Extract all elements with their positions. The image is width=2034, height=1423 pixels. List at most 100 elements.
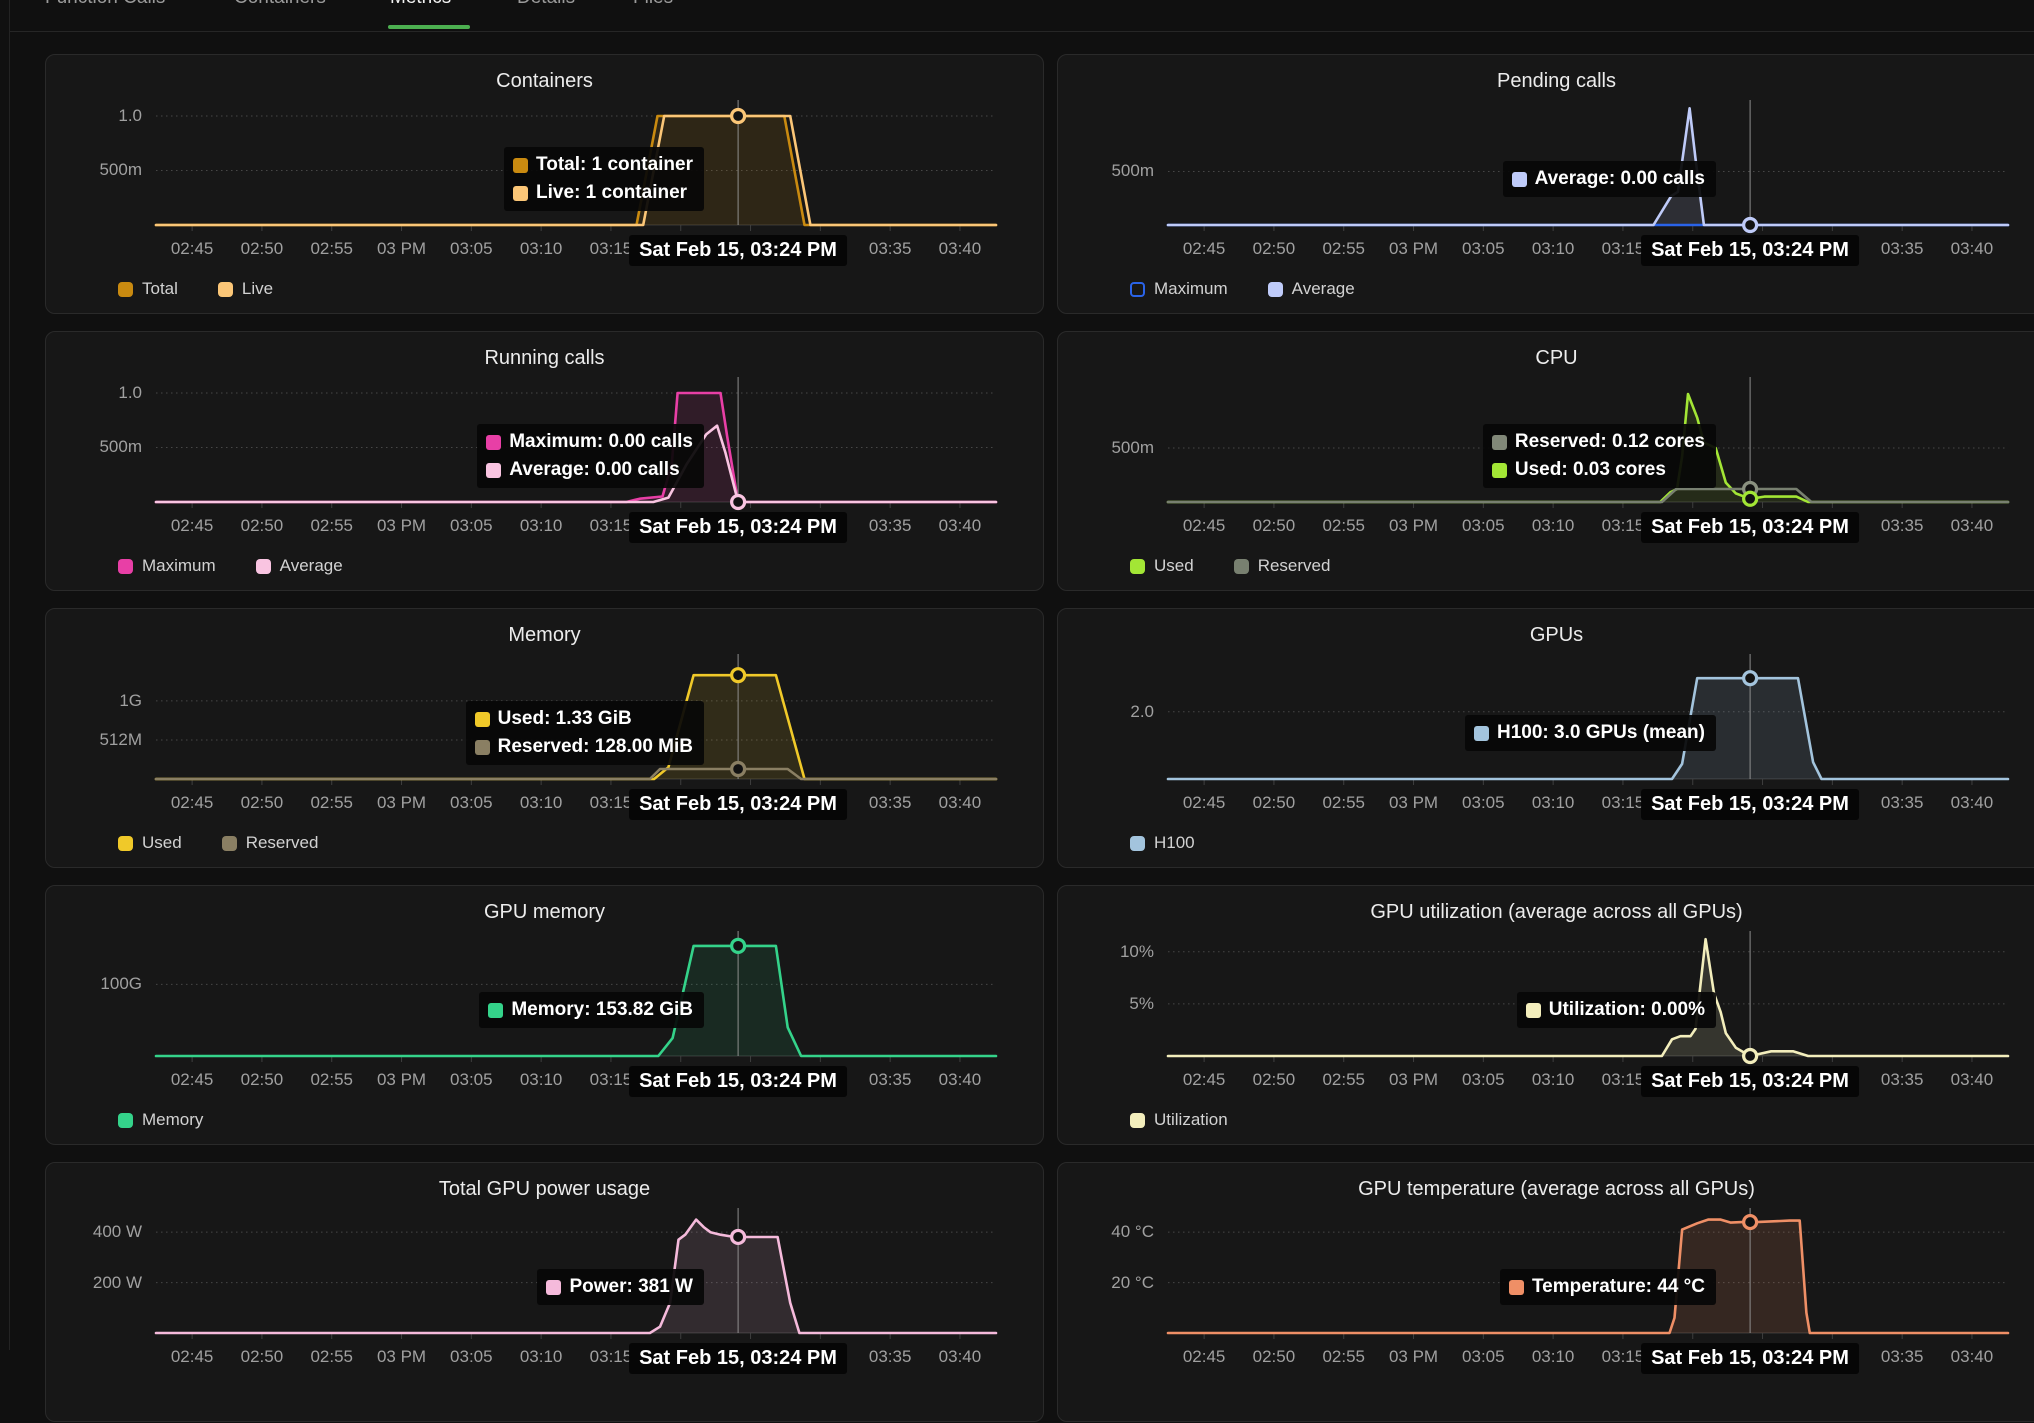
series-line-reserved (1168, 489, 2008, 502)
crosshair-date-tooltip: Sat Feb 15, 03:24 PM (629, 1066, 847, 1097)
x-axis-label: 03:10 (505, 516, 577, 536)
tooltip-row: Reserved: 128.00 MiB (475, 736, 693, 758)
x-axis-label: 02:55 (296, 1347, 368, 1367)
x-axis-label: 02:45 (1168, 1347, 1240, 1367)
x-axis-label: 03:40 (1936, 1347, 2008, 1367)
tooltip-row: Used: 1.33 GiB (475, 708, 693, 730)
legend-item-used[interactable]: Used (1130, 556, 1194, 576)
legend-item-average[interactable]: Average (1268, 279, 1355, 299)
chart-card-running-calls: Running calls1.0500m02:4502:5002:5503 PM… (45, 331, 1044, 591)
x-axis-label: 03:05 (1447, 1347, 1519, 1367)
hover-marker (732, 763, 745, 776)
tooltip-text: H100: 3.0 GPUs (mean) (1497, 722, 1705, 744)
chart-legend: Used Reserved (118, 833, 318, 853)
legend-item-memory[interactable]: Memory (118, 1110, 203, 1130)
chart-card-containers: Containers1.0500m02:4502:5002:5503 PM03:… (45, 54, 1044, 314)
y-axis-label: 20 °C (1058, 1273, 1154, 1293)
x-axis-label: 03:05 (1447, 516, 1519, 536)
legend-item-h100[interactable]: H100 (1130, 833, 1195, 853)
legend-label: Average (1292, 279, 1355, 299)
y-axis-label: 5% (1058, 994, 1154, 1014)
tooltip-row: Average: 0.00 calls (486, 459, 693, 481)
legend-item-total[interactable]: Total (118, 279, 178, 299)
y-axis-label: 1.0 (46, 106, 142, 126)
x-axis-label: 03 PM (1378, 516, 1450, 536)
legend-item-reserved[interactable]: Reserved (1234, 556, 1331, 576)
x-axis-label: 03:35 (1866, 239, 1938, 259)
chart-legend: Utilization (1130, 1110, 1228, 1130)
chart-card-cpu: CPU500m02:4502:5002:5503 PM03:0503:1003:… (1057, 331, 2034, 591)
x-axis-label: 03:35 (854, 516, 926, 536)
tab-metrics[interactable]: Metrics (390, 0, 451, 9)
legend-item-maximum[interactable]: Maximum (1130, 279, 1228, 299)
chart-card-gpu-memory: GPU memory100G02:4502:5002:5503 PM03:050… (45, 885, 1044, 1145)
x-axis-label: 03 PM (366, 516, 438, 536)
legend-item-reserved[interactable]: Reserved (222, 833, 319, 853)
x-axis-label: 03:40 (1936, 516, 2008, 536)
x-axis-label: 03:10 (505, 1070, 577, 1090)
x-axis-label: 03:40 (924, 1070, 996, 1090)
x-axis-label: 03:10 (1517, 1070, 1589, 1090)
x-axis-label: 03:35 (854, 793, 926, 813)
crosshair-date-tooltip: Sat Feb 15, 03:24 PM (1641, 1343, 1859, 1374)
x-axis-label: 03:40 (1936, 1070, 2008, 1090)
legend-label: Total (142, 279, 178, 299)
tooltip-series-swatch (488, 1003, 503, 1018)
legend-swatch (118, 836, 133, 851)
y-axis-label: 40 °C (1058, 1222, 1154, 1242)
hover-marker (1744, 1050, 1757, 1063)
x-axis-label: 03:35 (1866, 516, 1938, 536)
x-axis-label: 02:55 (1308, 1070, 1380, 1090)
hover-tooltip: Memory: 153.82 GiB (479, 992, 704, 1028)
legend-label: Maximum (142, 556, 216, 576)
legend-item-average[interactable]: Average (256, 556, 343, 576)
tooltip-text: Used: 1.33 GiB (498, 708, 632, 730)
legend-item-used[interactable]: Used (118, 833, 182, 853)
tabs-bar: Function Calls Containers Metrics Detail… (10, 0, 2034, 32)
tab-function-calls[interactable]: Function Calls (45, 0, 165, 9)
x-axis-label: 03:05 (435, 516, 507, 536)
tooltip-series-swatch (513, 158, 528, 173)
x-axis-label: 02:50 (1238, 793, 1310, 813)
crosshair-date-tooltip: Sat Feb 15, 03:24 PM (1641, 789, 1859, 820)
x-axis-label: 02:50 (1238, 1347, 1310, 1367)
active-tab-underline (388, 25, 470, 29)
x-axis-label: 02:55 (1308, 793, 1380, 813)
tooltip-text: Average: 0.00 calls (509, 459, 679, 481)
x-axis-label: 03:40 (1936, 239, 2008, 259)
tab-containers[interactable]: Containers (234, 0, 326, 9)
legend-label: Average (280, 556, 343, 576)
x-axis-label: 03:35 (1866, 1347, 1938, 1367)
x-axis-label: 03 PM (366, 793, 438, 813)
legend-swatch (1268, 282, 1283, 297)
chart-legend: Memory (118, 1110, 203, 1130)
legend-label: Utilization (1154, 1110, 1228, 1130)
chart-card-pending-calls: Pending calls500m02:4502:5002:5503 PM03:… (1057, 54, 2034, 314)
legend-item-maximum[interactable]: Maximum (118, 556, 216, 576)
tab-details[interactable]: Details (517, 0, 575, 9)
legend-label: H100 (1154, 833, 1195, 853)
chart-legend: H100 (1130, 833, 1195, 853)
x-axis-label: 03:10 (1517, 239, 1589, 259)
crosshair-date-tooltip: Sat Feb 15, 03:24 PM (629, 235, 847, 266)
y-axis-label: 500m (1058, 438, 1154, 458)
tooltip-text: Utilization: 0.00% (1549, 999, 1705, 1021)
tooltip-text: Memory: 153.82 GiB (511, 999, 693, 1021)
tooltip-text: Average: 0.00 calls (1535, 168, 1705, 190)
hover-marker (732, 1230, 745, 1243)
legend-item-utilization[interactable]: Utilization (1130, 1110, 1228, 1130)
x-axis-label: 03:40 (924, 793, 996, 813)
hover-marker (1744, 219, 1757, 232)
x-axis-label: 03:05 (1447, 1070, 1519, 1090)
series-line-reserved (156, 769, 996, 779)
x-axis-label: 03 PM (366, 1347, 438, 1367)
legend-item-live[interactable]: Live (218, 279, 273, 299)
tooltip-row: Total: 1 container (513, 154, 693, 176)
tab-files[interactable]: Files (633, 0, 673, 9)
tooltip-text: Power: 381 W (569, 1276, 693, 1298)
tooltip-series-swatch (486, 435, 501, 450)
hover-tooltip: Power: 381 W (537, 1269, 704, 1305)
x-axis-label: 03:05 (435, 793, 507, 813)
hover-marker (1744, 1216, 1757, 1229)
tooltip-row: Memory: 153.82 GiB (488, 999, 693, 1021)
